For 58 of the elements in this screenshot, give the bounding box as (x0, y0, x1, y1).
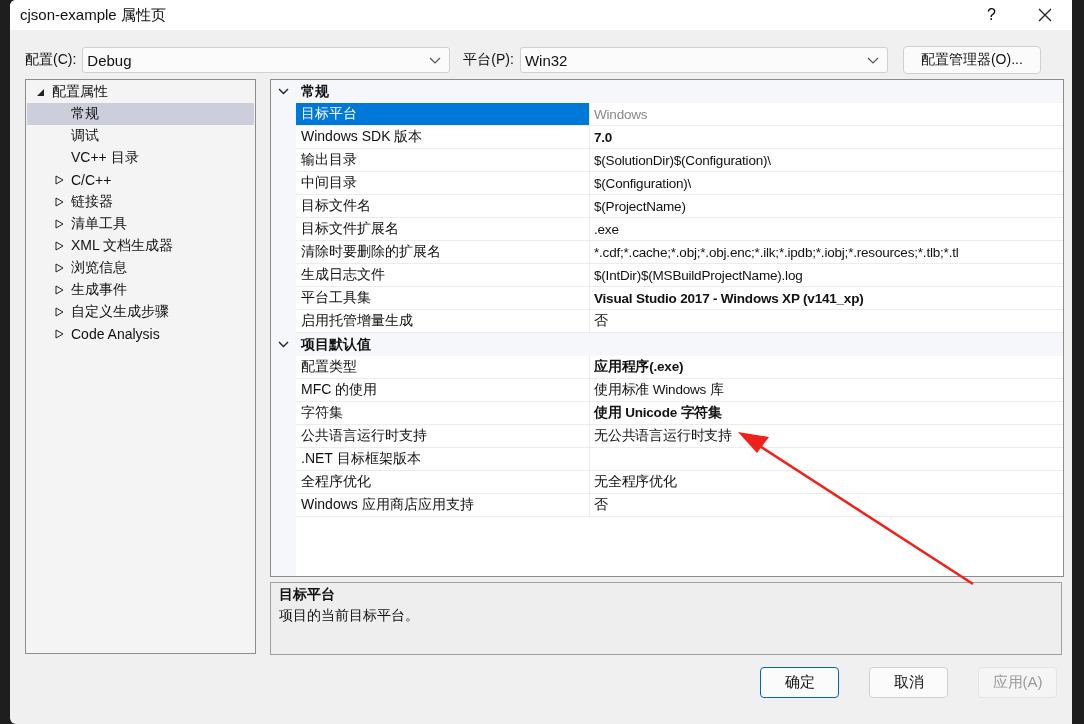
chevron-down-icon (429, 56, 442, 64)
tree-item[interactable]: VC++ 目录 (27, 147, 254, 169)
property-value[interactable]: 无全程序优化 (590, 471, 1063, 494)
config-manager-button[interactable]: 配置管理器(O)... (902, 46, 1041, 74)
tree-item[interactable]: 生成事件 (27, 279, 254, 301)
property-name[interactable]: 清除时要删除的扩展名 (296, 241, 590, 264)
property-name[interactable]: 生成日志文件 (296, 264, 590, 287)
property-name[interactable]: 平台工具集 (296, 287, 590, 310)
property-name[interactable]: 中间目录 (296, 172, 590, 195)
tree-item[interactable]: 常规 (27, 103, 254, 125)
config-label: 配置(C): (25, 51, 77, 69)
tree-item[interactable]: C/C++ (27, 169, 254, 191)
description-title: 目标平台 (279, 586, 336, 604)
tree-item[interactable]: 浏览信息 (27, 257, 254, 279)
tree-item[interactable]: Code Analysis (27, 323, 254, 345)
tree-item[interactable]: 链接器 (27, 191, 254, 213)
property-name[interactable]: 字符集 (296, 402, 590, 425)
property-value[interactable]: .exe (590, 218, 1063, 241)
property-value[interactable]: Windows (590, 103, 1063, 126)
property-name[interactable]: 目标平台 (296, 103, 590, 126)
property-name[interactable]: 配置类型 (296, 356, 590, 379)
tree-item[interactable]: 清单工具 (27, 213, 254, 235)
property-value[interactable]: $(Configuration)\ (590, 172, 1063, 195)
property-value[interactable]: $(ProjectName) (590, 195, 1063, 218)
platform-label: 平台(P): (463, 51, 514, 69)
property-value[interactable]: 否 (590, 494, 1063, 517)
property-value[interactable]: 7.0 (590, 126, 1063, 149)
tree-item[interactable]: 自定义生成步骤 (27, 301, 254, 323)
property-value[interactable]: 应用程序(.exe) (590, 356, 1063, 379)
property-name[interactable]: 目标文件名 (296, 195, 590, 218)
window-title: cjson-example 属性页 (20, 5, 166, 25)
chevron-down-icon (278, 88, 289, 95)
tree-item[interactable]: XML 文档生成器 (27, 235, 254, 257)
property-name[interactable]: 目标文件扩展名 (296, 218, 590, 241)
config-dropdown[interactable]: Debug (82, 47, 451, 73)
property-value[interactable]: Visual Studio 2017 - Windows XP (v141_xp) (590, 287, 1063, 310)
help-button[interactable]: ? (987, 6, 996, 24)
dialog-button[interactable]: 确定 (760, 667, 839, 698)
platform-dropdown[interactable]: Win32 (519, 47, 888, 73)
tree-item[interactable]: 调试 (27, 125, 254, 147)
chevron-down-icon (866, 56, 879, 64)
property-name[interactable]: 全程序优化 (296, 471, 590, 494)
tree-item[interactable]: 配置属性 (27, 81, 254, 103)
property-value[interactable]: $(IntDir)$(MSBuildProjectName).log (590, 264, 1063, 287)
property-value[interactable]: 使用标准 Windows 库 (590, 379, 1063, 402)
description-text: 项目的当前目标平台。 (279, 607, 420, 625)
property-name[interactable]: .NET 目标框架版本 (296, 448, 590, 471)
property-name[interactable]: Windows 应用商店应用支持 (296, 494, 590, 517)
property-name[interactable]: MFC 的使用 (296, 379, 590, 402)
close-icon[interactable] (1038, 8, 1052, 22)
property-name[interactable]: 输出目录 (296, 149, 590, 172)
property-name[interactable]: 公共语言运行时支持 (296, 425, 590, 448)
property-value[interactable]: 使用 Unicode 字符集 (590, 402, 1063, 425)
dialog-button[interactable]: 取消 (869, 667, 948, 698)
property-value[interactable]: $(SolutionDir)$(Configuration)\ (590, 149, 1063, 172)
chevron-down-icon (278, 341, 289, 348)
property-name[interactable]: Windows SDK 版本 (296, 126, 590, 149)
property-value[interactable]: *.cdf;*.cache;*.obj;*.obj.enc;*.ilk;*.ipdb;*.iobj;*.resources;*.tlb;*.tl (590, 241, 1063, 264)
